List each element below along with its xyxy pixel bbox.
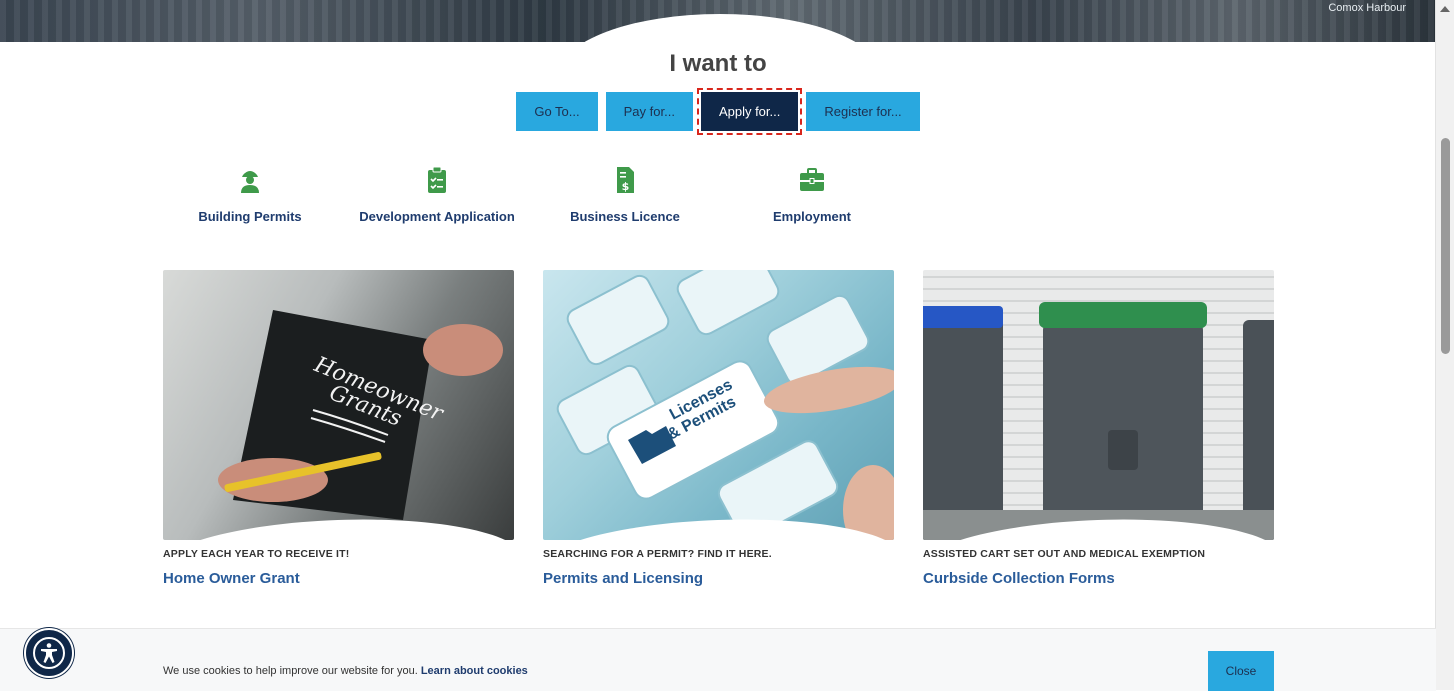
card-home-owner-grant[interactable]: Homeowner Grants APPLY EACH YEAR TO RECE… [163, 270, 514, 587]
clipboard-icon [428, 166, 446, 193]
card-kicker: ASSISTED CART SET OUT AND MEDICAL EXEMPT… [923, 548, 1206, 560]
cookie-close-button[interactable]: Close [1208, 651, 1274, 691]
quick-link-business-licence[interactable]: $ Business Licence [525, 165, 725, 224]
quick-link-building-permits[interactable]: Building Permits [150, 165, 350, 224]
scroll-up-arrow-icon[interactable] [1440, 6, 1450, 12]
scrollbar[interactable] [1435, 0, 1454, 690]
hero-banner: Comox Harbour [0, 0, 1436, 42]
card-kicker: APPLY EACH YEAR TO RECEIVE IT! [163, 548, 350, 560]
svg-text:$: $ [622, 180, 630, 193]
card-permits-and-licensing[interactable]: Licenses & Permits SEARCHING FOR A PERMI… [543, 270, 894, 587]
accessibility-button[interactable] [24, 628, 74, 678]
quick-link-employment[interactable]: Employment [712, 165, 912, 224]
worker-icon [241, 171, 259, 193]
invoice-dollar-icon: $ [617, 167, 634, 193]
card-curbside-collection-forms[interactable]: ASSISTED CART SET OUT AND MEDICAL EXEMPT… [923, 270, 1274, 587]
notebook-photo-art: Homeowner Grants [218, 310, 503, 520]
tab-go-to[interactable]: Go To... [516, 92, 598, 131]
quick-link-label: Employment [772, 209, 851, 224]
cookie-message: We use cookies to help improve our websi… [163, 665, 528, 677]
permits-licensing-image: Licenses & Permits [543, 270, 894, 540]
card-kicker: SEARCHING FOR A PERMIT? FIND IT HERE. [543, 548, 772, 560]
hero-curve [560, 14, 880, 42]
quick-link-label: Business Licence [570, 209, 680, 224]
tab-pay-for[interactable]: Pay for... [605, 92, 693, 131]
home-owner-grant-image: Homeowner Grants [163, 270, 514, 540]
accessibility-icon [33, 637, 65, 669]
keyboard-photo-art: Licenses & Permits [556, 270, 894, 540]
card-title-link[interactable]: Permits and Licensing [543, 570, 894, 587]
card-title-link[interactable]: Home Owner Grant [163, 570, 514, 587]
quick-link-development-application[interactable]: Development Application [337, 165, 537, 224]
tab-apply-for[interactable]: Apply for... [696, 88, 803, 135]
quick-link-label: Building Permits [198, 209, 302, 224]
briefcase-icon [800, 168, 824, 191]
hero-caption: Comox Harbour [1328, 2, 1406, 14]
carts-photo-art [923, 302, 1274, 540]
i-want-to-heading: I want to [669, 50, 767, 77]
learn-about-cookies-link[interactable]: Learn about cookies [421, 665, 528, 677]
curbside-carts-image [923, 270, 1274, 540]
card-title-link[interactable]: Curbside Collection Forms [923, 570, 1274, 587]
i-want-to-tabs: Go To... Pay for... Apply for... Registe… [0, 88, 1436, 135]
quick-link-label: Development Application [359, 209, 515, 224]
tab-register-for[interactable]: Register for... [806, 92, 920, 131]
cookie-banner: We use cookies to help improve our websi… [0, 628, 1436, 691]
scrollbar-thumb[interactable] [1441, 138, 1450, 354]
cookie-text: We use cookies to help improve our websi… [163, 665, 418, 677]
